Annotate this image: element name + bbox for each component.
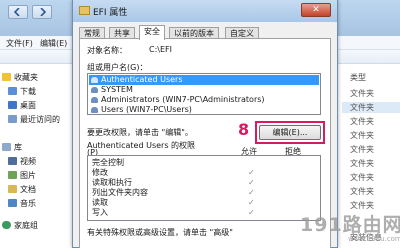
- type-cell[interactable]: 文件夹: [350, 88, 374, 99]
- allow-check: ✓: [248, 168, 255, 177]
- user-item-administrators[interactable]: Administrators (WIN7-PC\Administrators): [89, 95, 319, 105]
- user-group-icon: [91, 97, 98, 103]
- change-permissions-hint: 要更改权限，请单击 "编辑"。: [87, 128, 193, 137]
- nav-recent[interactable]: 最近访问的: [8, 114, 60, 128]
- permission-row: 读取 ✓: [88, 198, 320, 207]
- nav-label: 文档: [20, 185, 36, 194]
- video-folder-icon: [8, 157, 17, 165]
- type-cell[interactable]: 文件夹: [342, 102, 400, 113]
- user-item-system[interactable]: SYSTEM: [89, 85, 319, 95]
- nav-favorites[interactable]: 收藏夹: [2, 72, 38, 86]
- object-name-label: 对象名称：: [87, 46, 127, 55]
- nav-label: 音乐: [20, 199, 36, 208]
- permission-name: 写入: [92, 208, 108, 217]
- nav-label: 家庭组: [14, 221, 38, 230]
- dialog-title: EFI 属性: [93, 8, 128, 18]
- type-cell[interactable]: 文件夹: [350, 130, 374, 141]
- nav-desktop[interactable]: 桌面: [8, 100, 36, 114]
- watermark-url: www.191u.com: [348, 235, 400, 243]
- back-arrow-icon: [13, 8, 20, 16]
- users-list[interactable]: Authenticated Users SYSTEM Administrator…: [87, 73, 321, 115]
- download-folder-icon: [8, 87, 17, 95]
- user-group-icon: [91, 77, 98, 83]
- type-cell[interactable]: 文件夹: [350, 144, 374, 155]
- user-label: Users (WIN7-PC\Users): [101, 105, 192, 114]
- nav-documents[interactable]: 文档: [8, 184, 36, 198]
- nav-libraries[interactable]: 库: [2, 142, 22, 156]
- type-cell[interactable]: 文件夹: [350, 186, 374, 197]
- homegroup-icon: [2, 221, 11, 229]
- special-permissions-hint: 有关特殊权限或高级设置，请单击 "高级": [87, 228, 233, 237]
- recent-places-icon: [8, 115, 17, 123]
- nav-label: 最近访问的: [20, 115, 60, 124]
- permissions-table: 完全控制 修改 ✓ 读取和执行 ✓ 列出文件夹内容 ✓ 读取 ✓ 写入 ✓: [87, 155, 321, 221]
- nav-label: 桌面: [20, 101, 36, 110]
- object-name-value: C:\EFI: [149, 45, 172, 54]
- permission-name: 列出文件夹内容: [92, 188, 148, 197]
- allow-check: ✓: [248, 188, 255, 197]
- nav-label: 视频: [20, 157, 36, 166]
- permissions-label: Authenticated Users 的权限: [87, 141, 196, 150]
- permission-row: 读取和执行 ✓: [88, 178, 320, 187]
- user-item-authenticated-users[interactable]: Authenticated Users: [89, 75, 319, 85]
- permission-row: 修改 ✓: [88, 168, 320, 177]
- folder-icon: [79, 6, 90, 15]
- permission-row: 列出文件夹内容 ✓: [88, 188, 320, 197]
- user-label: Administrators (WIN7-PC\Administrators): [101, 95, 265, 104]
- permission-name: 完全控制: [92, 158, 124, 167]
- nav-label: 下载: [20, 87, 36, 96]
- type-column-header[interactable]: 类型: [350, 72, 366, 83]
- edit-button[interactable]: 编辑(E)...: [259, 125, 321, 140]
- user-group-icon: [91, 107, 98, 113]
- back-button[interactable]: [8, 5, 28, 19]
- close-button[interactable]: ✕: [301, 3, 331, 17]
- permission-row: 完全控制: [88, 158, 320, 167]
- navigation-pane: 收藏夹 下载 桌面 最近访问的 库 视频 图片 文档 音乐 家庭组: [0, 64, 70, 248]
- nav-homegroup[interactable]: 家庭组: [2, 220, 38, 234]
- desktop-icon: [8, 101, 17, 109]
- type-cell[interactable]: 文件夹: [350, 172, 374, 183]
- type-cell[interactable]: 文件夹: [350, 116, 374, 127]
- forward-button[interactable]: [32, 5, 52, 19]
- nav-label: 收藏夹: [14, 73, 38, 82]
- nav-music[interactable]: 音乐: [8, 198, 36, 212]
- permission-row: 写入 ✓: [88, 208, 320, 217]
- nav-videos[interactable]: 视频: [8, 156, 36, 170]
- music-folder-icon: [8, 199, 17, 207]
- user-label: SYSTEM: [101, 85, 133, 94]
- groups-label: 组或用户名(G)：: [87, 63, 148, 72]
- forward-arrow-icon: [40, 8, 47, 16]
- user-label: Authenticated Users: [101, 75, 183, 84]
- tab-security[interactable]: 安全: [139, 25, 165, 40]
- user-group-icon: [91, 87, 98, 93]
- type-cell[interactable]: 文件夹: [350, 158, 374, 169]
- close-icon: ✕: [312, 5, 320, 15]
- allow-check: ✓: [248, 198, 255, 207]
- permission-name: 读取和执行: [92, 178, 132, 187]
- allow-check: ✓: [248, 178, 255, 187]
- nav-downloads[interactable]: 下载: [8, 86, 36, 100]
- allow-check: ✓: [248, 208, 255, 217]
- menu-file[interactable]: 文件(F): [6, 38, 33, 49]
- permission-name: 修改: [92, 168, 108, 177]
- properties-dialog: EFI 属性 ✕ 常规 共享 安全 以前的版本 自定义 对象名称： C:\EFI…: [72, 0, 338, 248]
- nav-pictures[interactable]: 图片: [8, 170, 36, 184]
- library-icon: [2, 143, 11, 151]
- nav-label: 库: [14, 143, 22, 152]
- watermark-text: 191路由网: [300, 214, 400, 236]
- nav-label: 图片: [20, 171, 36, 180]
- menu-edit[interactable]: 编辑(E): [40, 38, 67, 49]
- pictures-folder-icon: [8, 171, 17, 179]
- star-icon: [2, 73, 11, 81]
- permission-name: 读取: [92, 198, 108, 207]
- documents-folder-icon: [8, 185, 17, 193]
- user-item-users[interactable]: Users (WIN7-PC\Users): [89, 105, 319, 115]
- step-number-annotation: 8: [238, 120, 250, 139]
- site-watermark: 191路由网 www.191u.com: [300, 210, 400, 248]
- dialog-titlebar[interactable]: EFI 属性 ✕: [73, 0, 337, 22]
